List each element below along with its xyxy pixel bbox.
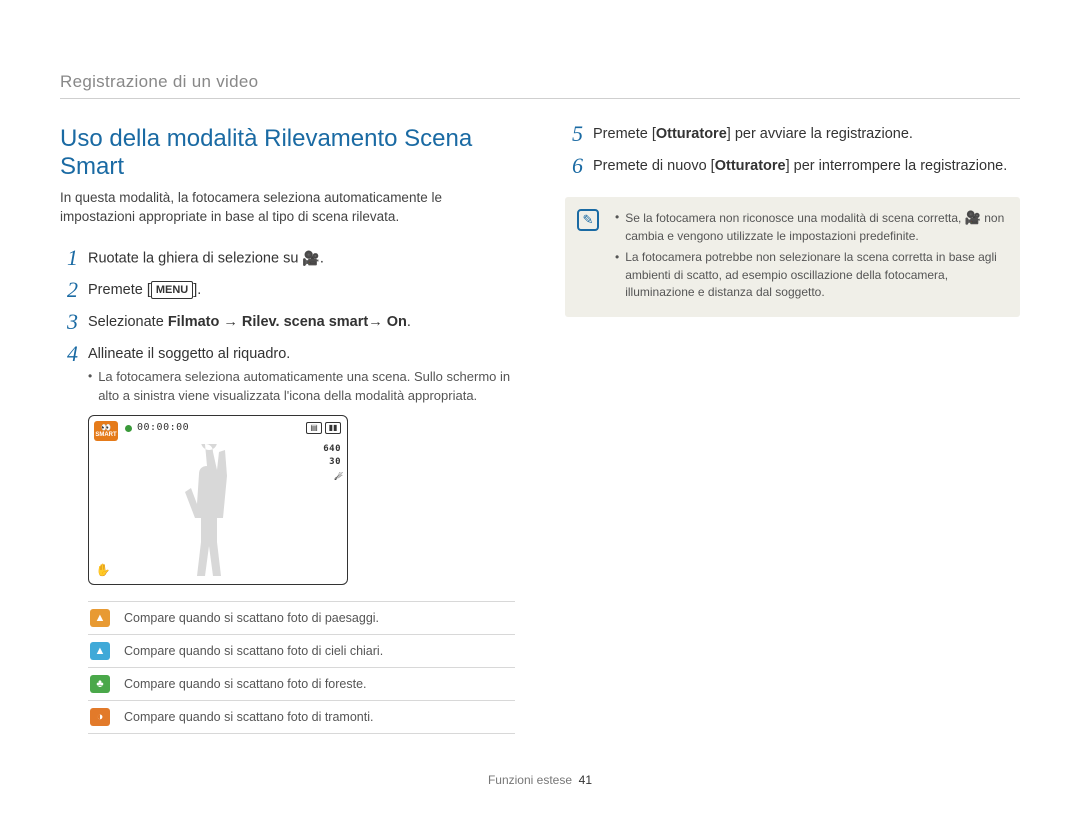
step-2: 2 Premete [MENU]. xyxy=(60,281,515,303)
step-1: 1 Ruotate la ghiera di selezione su 🎥. xyxy=(60,249,515,271)
scene-description: Compare quando si scattano foto di paesa… xyxy=(124,611,379,625)
bullet-icon: • xyxy=(615,209,619,245)
movie-icon: 🎥 xyxy=(965,210,981,225)
scene-description: Compare quando si scattano foto di fores… xyxy=(124,677,367,691)
note-item: • La fotocamera potrebbe non selezionare… xyxy=(615,249,1006,301)
step-text: Premete [MENU]. xyxy=(88,281,515,301)
step-number: 5 xyxy=(565,123,583,145)
bullet-icon: • xyxy=(88,368,92,404)
table-row: ♣ Compare quando si scattano foto di for… xyxy=(88,668,515,701)
step-text: Selezionate Filmato → Rilev. scena smart… xyxy=(88,313,515,333)
menu-button-label: MENU xyxy=(151,281,193,299)
step-5: 5 Premete [Otturatore] per avviare la re… xyxy=(565,125,1020,147)
landscape-icon: ▲ xyxy=(90,609,110,627)
step-text: Allineate il soggetto al riquadro. • La … xyxy=(88,345,515,405)
step-number: 6 xyxy=(565,155,583,177)
smart-badge-icon: 👀 SMART xyxy=(94,421,118,441)
step-bold: Filmato → Rilev. scena smart→ On xyxy=(168,314,407,330)
shutter-bold: Otturatore xyxy=(715,158,786,174)
camera-preview: 👀 SMART 00:00:00 ▤ ▮▮ 640 30 ☄ ✋ xyxy=(88,415,348,585)
page-footer: Funzioni estese 41 xyxy=(0,773,1080,787)
step-number: 4 xyxy=(60,343,78,365)
step-text: Premete di nuovo [Otturatore] per interr… xyxy=(593,157,1020,177)
note-info-icon: ✎ xyxy=(577,209,599,231)
right-status-icons: 640 30 ☄ xyxy=(323,444,341,483)
fps-value: 30 xyxy=(329,457,341,467)
step-number: 2 xyxy=(60,279,78,301)
record-timer: 00:00:00 xyxy=(137,422,189,433)
top-status-icons: ▤ ▮▮ xyxy=(306,422,341,434)
step-number: 3 xyxy=(60,311,78,333)
scene-description: Compare quando si scattano foto di cieli… xyxy=(124,644,383,658)
intro-paragraph: In questa modalità, la fotocamera selezi… xyxy=(60,189,515,227)
movie-icon: 🎥 xyxy=(302,249,319,268)
info-note: ✎ • Se la fotocamera non riconosce una m… xyxy=(565,197,1020,317)
note-item: • Se la fotocamera non riconosce una mod… xyxy=(615,209,1006,245)
step-number: 1 xyxy=(60,247,78,269)
table-row: ▲ Compare quando si scattano foto di pae… xyxy=(88,602,515,635)
bullet-icon: • xyxy=(615,249,619,301)
stabilization-icon: ✋ xyxy=(95,562,111,578)
shutter-bold: Otturatore xyxy=(656,126,727,142)
card-icon: ▤ xyxy=(306,422,322,434)
step-3: 3 Selezionate Filmato → Rilev. scena sma… xyxy=(60,313,515,335)
footer-label: Funzioni estese xyxy=(488,773,572,787)
step-4: 4 Allineate il soggetto al riquadro. • L… xyxy=(60,345,515,405)
steps-list-left: 1 Ruotate la ghiera di selezione su 🎥. 2… xyxy=(60,249,515,405)
forest-icon: ♣ xyxy=(90,675,110,693)
resolution-value: 640 xyxy=(323,444,341,454)
exposure-icon: ☄ xyxy=(334,470,341,483)
sky-icon: ▲ xyxy=(90,642,110,660)
page-content: Uso della modalità Rilevamento Scena Sma… xyxy=(0,0,1080,774)
step-sub: • La fotocamera seleziona automaticament… xyxy=(88,368,515,404)
scene-description: Compare quando si scattano foto di tramo… xyxy=(124,710,373,724)
page-title: Uso della modalità Rilevamento Scena Sma… xyxy=(60,125,515,181)
record-indicator-icon xyxy=(125,425,132,432)
step-6: 6 Premete di nuovo [Otturatore] per inte… xyxy=(565,157,1020,179)
scene-icon-table: ▲ Compare quando si scattano foto di pae… xyxy=(88,601,515,734)
subject-silhouette-icon xyxy=(179,444,239,584)
battery-icon: ▮▮ xyxy=(325,422,341,434)
table-row: ◑ Compare quando si scattano foto di tra… xyxy=(88,701,515,734)
step-text: Ruotate la ghiera di selezione su 🎥. xyxy=(88,249,515,269)
page-number: 41 xyxy=(579,773,592,787)
steps-list-right: 5 Premete [Otturatore] per avviare la re… xyxy=(565,125,1020,179)
left-column: Uso della modalità Rilevamento Scena Sma… xyxy=(60,70,515,734)
sunset-icon: ◑ xyxy=(90,708,110,726)
table-row: ▲ Compare quando si scattano foto di cie… xyxy=(88,635,515,668)
right-column: 5 Premete [Otturatore] per avviare la re… xyxy=(565,70,1020,734)
step-text: Premete [Otturatore] per avviare la regi… xyxy=(593,125,1020,145)
